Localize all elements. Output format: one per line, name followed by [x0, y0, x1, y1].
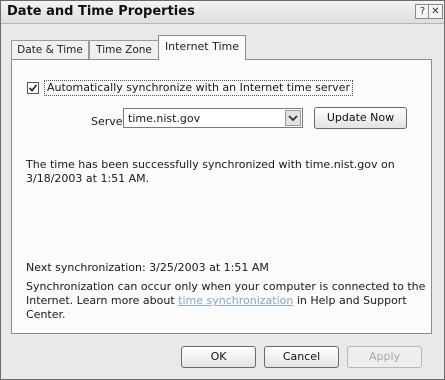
internet-time-panel: Automatically synchronize with an Intern…	[11, 59, 432, 334]
sync-status-text: The time has been successfully synchroni…	[26, 158, 395, 185]
server-value[interactable]: time.nist.gov	[128, 112, 200, 125]
auto-sync-checkbox[interactable]	[27, 82, 39, 94]
ok-button[interactable]: OK	[181, 346, 256, 368]
apply-button[interactable]: Apply	[347, 346, 422, 368]
cancel-button[interactable]: Cancel	[264, 346, 339, 368]
window-title: Date and Time Properties	[7, 4, 195, 19]
sync-info-text: Synchronization can occur only when your…	[26, 280, 426, 322]
server-combobox[interactable]: time.nist.gov	[123, 108, 303, 128]
tab-strip: Date & Time Time Zone Internet Time	[11, 35, 431, 60]
tab-internet-time[interactable]: Internet Time	[158, 35, 246, 60]
checkmark-icon	[28, 84, 38, 92]
tab-date-time[interactable]: Date & Time	[11, 40, 89, 59]
update-now-button[interactable]: Update Now	[314, 107, 407, 129]
close-button[interactable]: ✕	[428, 4, 443, 19]
tab-time-zone[interactable]: Time Zone	[89, 40, 159, 59]
date-time-properties-dialog: Date and Time Properties ? ✕ Date & Time…	[0, 0, 445, 380]
auto-sync-label[interactable]: Automatically synchronize with an Intern…	[44, 80, 353, 96]
chevron-down-icon	[288, 115, 298, 122]
next-sync-text: Next synchronization: 3/25/2003 at 1:51 …	[26, 261, 269, 274]
server-dropdown-button[interactable]	[285, 110, 301, 126]
title-bar[interactable]: Date and Time Properties ? ✕	[1, 1, 444, 24]
time-sync-help-link[interactable]: time synchronization	[178, 294, 293, 307]
